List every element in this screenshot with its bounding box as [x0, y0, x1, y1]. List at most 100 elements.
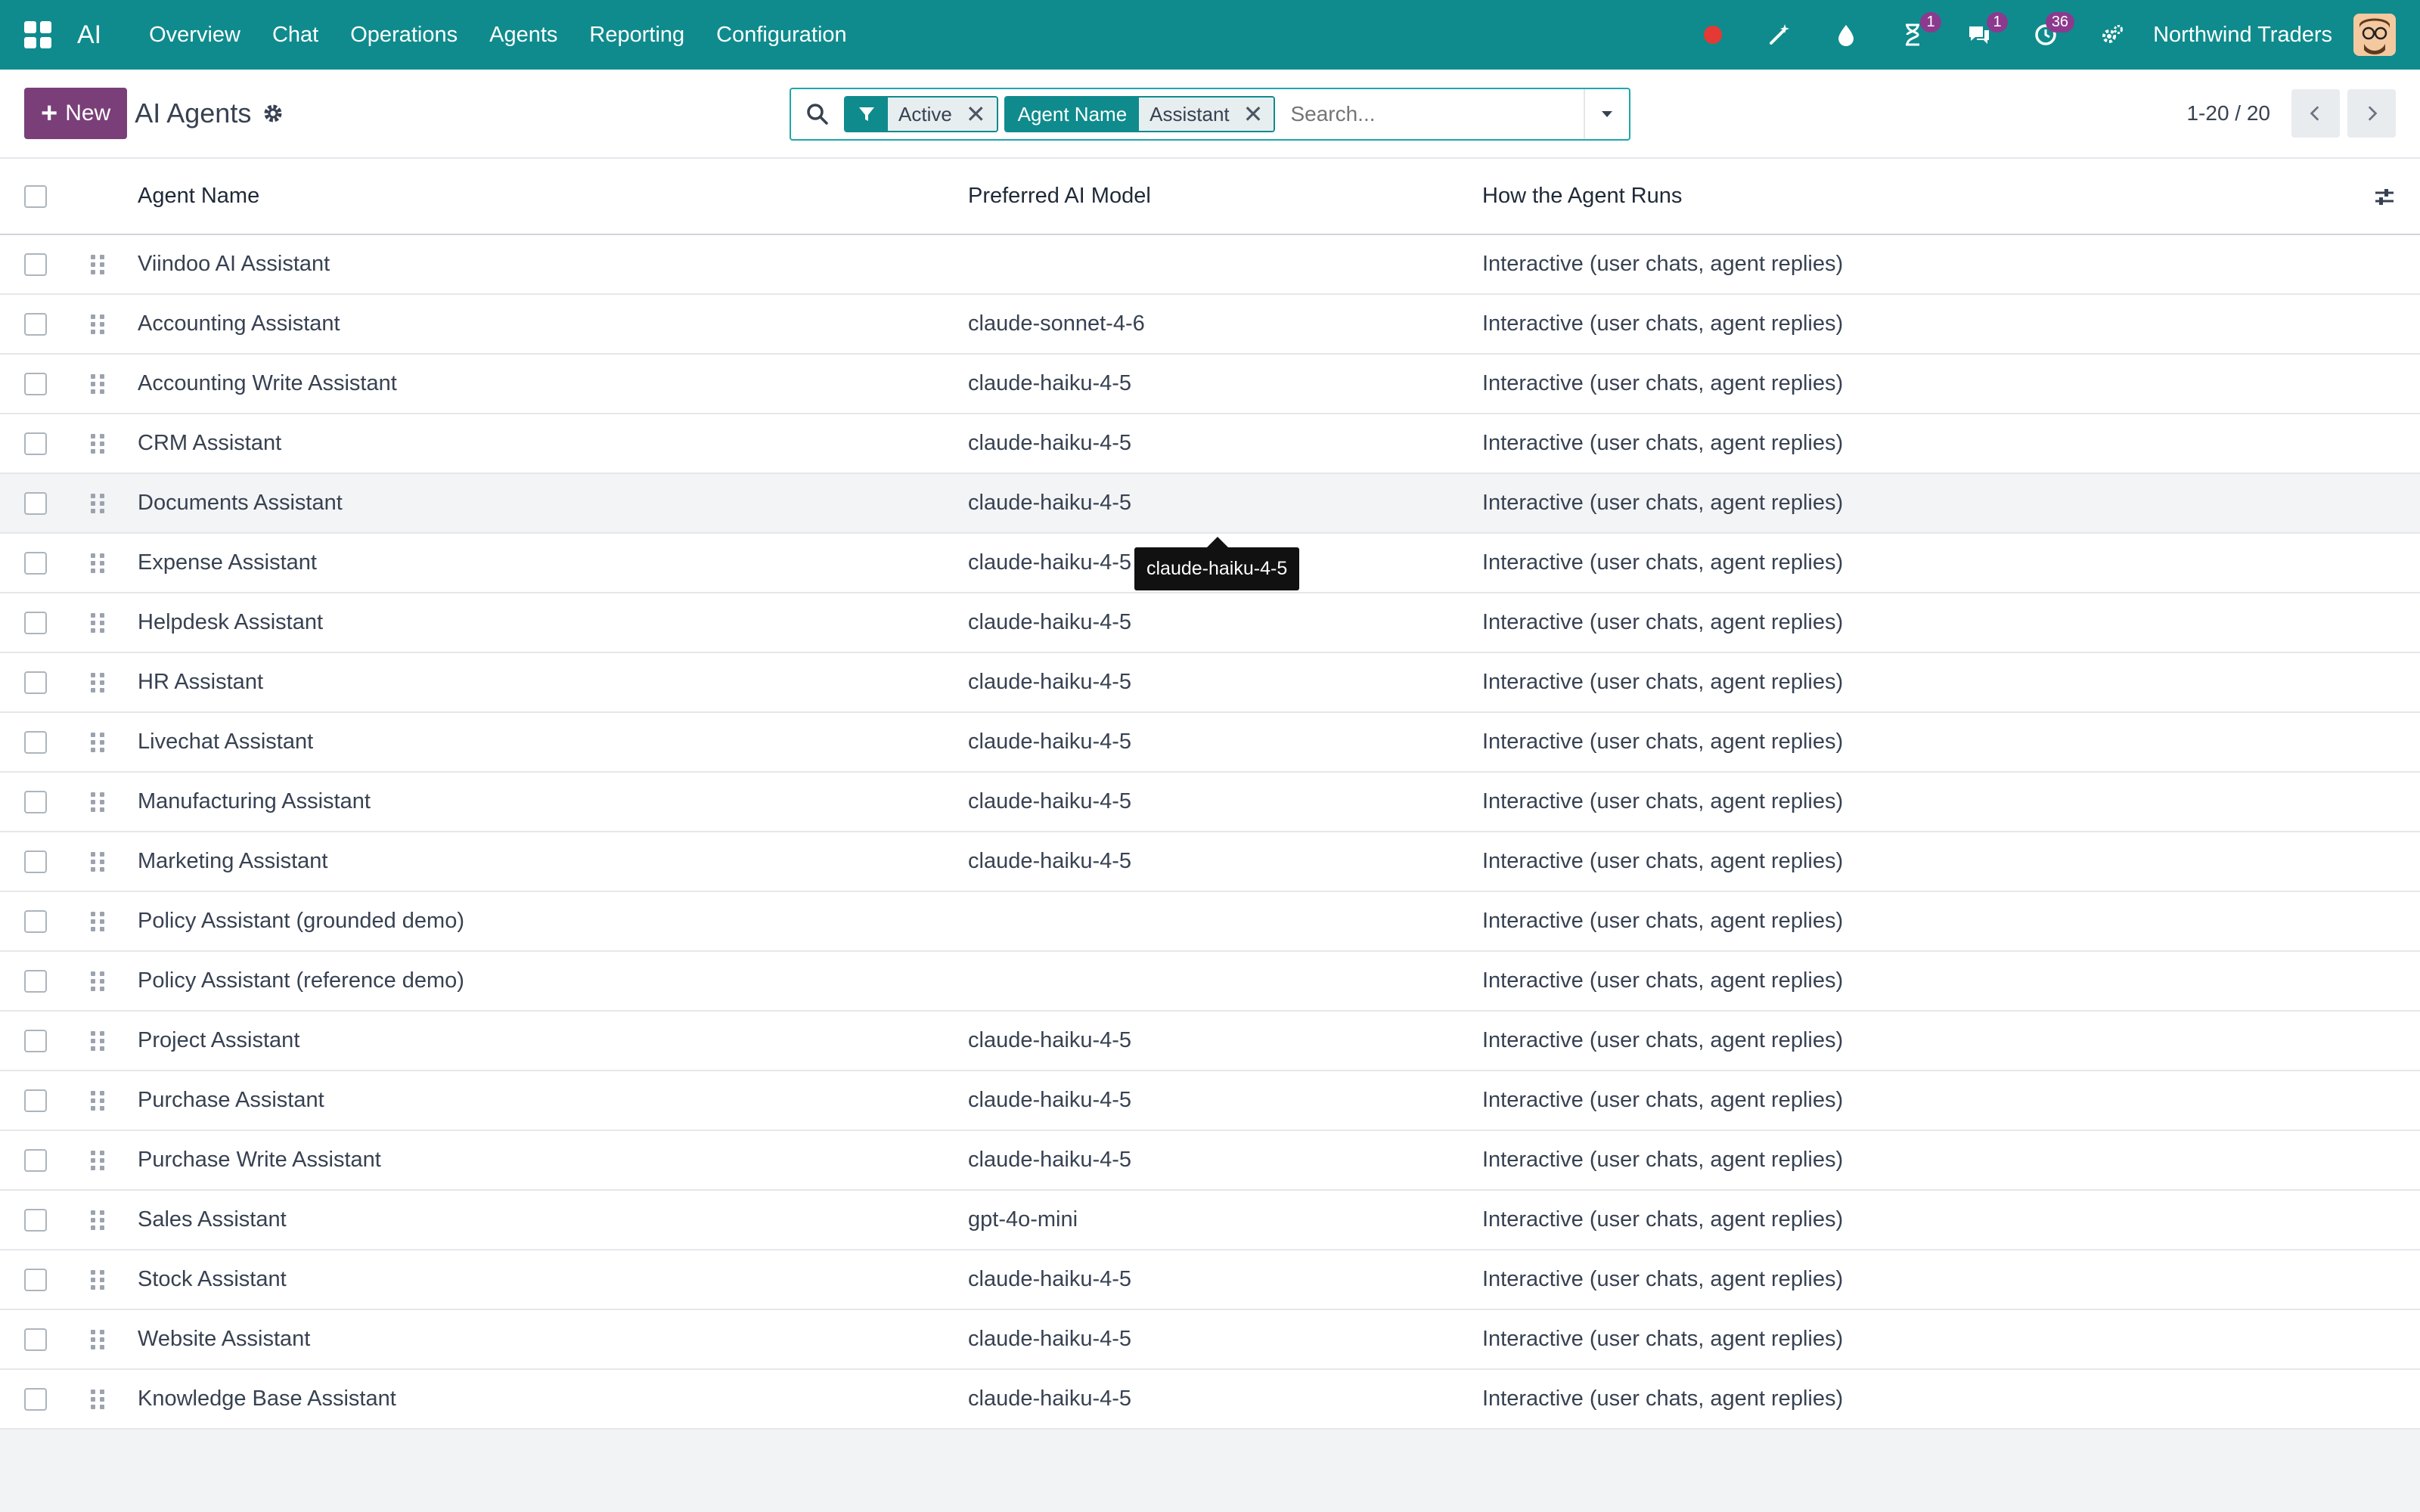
cell-how-agent-runs[interactable]: Interactive (user chats, agent replies)	[1482, 354, 2360, 414]
row-checkbox[interactable]	[24, 1269, 47, 1292]
row-checkbox[interactable]	[24, 671, 47, 695]
row-checkbox[interactable]	[24, 1388, 47, 1411]
drag-handle-icon[interactable]	[91, 433, 104, 454]
cell-how-agent-runs[interactable]: Interactive (user chats, agent replies)	[1482, 891, 2360, 952]
magic-wand-icon[interactable]	[1757, 12, 1802, 57]
record-icon[interactable]	[1690, 12, 1736, 57]
cell-preferred-model[interactable]: claude-haiku-4-5	[968, 832, 1482, 892]
table-row[interactable]: Accounting Write Assistant claude-haiku-4…	[0, 354, 2420, 414]
search-icon[interactable]	[791, 101, 844, 127]
table-row[interactable]: Website Assistant claude-haiku-4-5 Interac…	[0, 1309, 2420, 1370]
table-row[interactable]: Documents Assistant claude-haiku-4-5 Inter…	[0, 473, 2420, 534]
menu-reporting[interactable]: Reporting	[573, 23, 700, 48]
cell-agent-name[interactable]: Livechat Assistant	[138, 712, 968, 773]
row-checkbox[interactable]	[24, 1328, 47, 1352]
table-row[interactable]: CRM Assistant claude-haiku-4-5 Interactive…	[0, 414, 2420, 474]
cell-preferred-model[interactable]	[968, 891, 1482, 952]
cell-preferred-model[interactable]: claude-haiku-4-5	[968, 1130, 1482, 1191]
cell-how-agent-runs[interactable]: Interactive (user chats, agent replies)	[1482, 1309, 2360, 1370]
cell-agent-name[interactable]: Documents Assistant	[138, 473, 968, 534]
drag-handle-icon[interactable]	[91, 553, 104, 573]
drag-handle-icon[interactable]	[91, 792, 104, 812]
table-row[interactable]: Project Assistant claude-haiku-4-5 Interac…	[0, 1011, 2420, 1071]
table-row[interactable]: Purchase Assistant claude-haiku-4-5 Intera…	[0, 1070, 2420, 1131]
cell-preferred-model[interactable]: gpt-4o-mini	[968, 1190, 1482, 1250]
search-input[interactable]	[1281, 102, 1584, 126]
cell-how-agent-runs[interactable]: Interactive (user chats, agent replies)	[1482, 1369, 2360, 1430]
pager-value[interactable]: 1-20 / 20	[2186, 101, 2270, 125]
drag-handle-icon[interactable]	[91, 1030, 104, 1051]
cell-agent-name[interactable]: Accounting Assistant	[138, 294, 968, 355]
drag-handle-icon[interactable]	[91, 672, 104, 692]
table-row[interactable]: Helpdesk Assistant claude-haiku-4-5 Intera…	[0, 593, 2420, 653]
settings-icon[interactable]	[2090, 12, 2135, 57]
cell-agent-name[interactable]: Sales Assistant	[138, 1190, 968, 1250]
pager-previous-button[interactable]	[2291, 89, 2340, 138]
cell-how-agent-runs[interactable]: Interactive (user chats, agent replies)	[1482, 951, 2360, 1012]
cell-how-agent-runs[interactable]: Interactive (user chats, agent replies)	[1482, 473, 2360, 534]
cell-agent-name[interactable]: Helpdesk Assistant	[138, 593, 968, 653]
app-grid-icon[interactable]	[24, 21, 51, 48]
table-row[interactable]: Policy Assistant (grounded demo) Interact…	[0, 891, 2420, 952]
remove-facet-active-icon[interactable]: ✕	[966, 100, 986, 129]
column-header-how-agent-runs[interactable]: How the Agent Runs	[1482, 159, 2360, 235]
drag-handle-icon[interactable]	[91, 314, 104, 334]
cell-agent-name[interactable]: Expense Assistant	[138, 533, 968, 593]
row-checkbox[interactable]	[24, 850, 47, 874]
drag-handle-icon[interactable]	[91, 254, 104, 274]
menu-overview[interactable]: Overview	[133, 23, 256, 48]
company-switcher[interactable]: Northwind Traders	[2153, 23, 2332, 48]
menu-configuration[interactable]: Configuration	[700, 23, 863, 48]
table-row[interactable]: Stock Assistant claude-haiku-4-5 Interacti…	[0, 1250, 2420, 1310]
table-row[interactable]: Sales Assistant gpt-4o-mini Interactive (u…	[0, 1190, 2420, 1250]
row-checkbox[interactable]	[24, 1030, 47, 1053]
cell-how-agent-runs[interactable]: Interactive (user chats, agent replies)	[1482, 1070, 2360, 1131]
cell-preferred-model[interactable]: claude-haiku-4-5	[968, 712, 1482, 773]
cell-how-agent-runs[interactable]: Interactive (user chats, agent replies)	[1482, 593, 2360, 653]
cell-agent-name[interactable]: Website Assistant	[138, 1309, 968, 1370]
cell-preferred-model[interactable]: claude-haiku-4-5	[968, 414, 1482, 474]
row-checkbox[interactable]	[24, 373, 47, 396]
drag-handle-icon[interactable]	[91, 1150, 104, 1170]
row-checkbox[interactable]	[24, 1209, 47, 1232]
cell-preferred-model[interactable]: claude-haiku-4-5	[968, 652, 1482, 713]
row-checkbox[interactable]	[24, 492, 47, 516]
drag-handle-icon[interactable]	[91, 1269, 104, 1290]
row-checkbox[interactable]	[24, 1149, 47, 1173]
drag-handle-icon[interactable]	[91, 971, 104, 991]
drag-handle-icon[interactable]	[91, 911, 104, 931]
hourglass-icon[interactable]: 1	[1890, 12, 1942, 57]
optional-columns-icon[interactable]	[2373, 185, 2396, 208]
cell-how-agent-runs[interactable]: Interactive (user chats, agent replies)	[1482, 414, 2360, 474]
cell-how-agent-runs[interactable]: Interactive (user chats, agent replies)	[1482, 294, 2360, 355]
menu-chat[interactable]: Chat	[256, 23, 334, 48]
drag-handle-icon[interactable]	[91, 373, 104, 394]
cell-agent-name[interactable]: Marketing Assistant	[138, 832, 968, 892]
select-all-checkbox[interactable]	[24, 185, 47, 209]
cell-how-agent-runs[interactable]: Interactive (user chats, agent replies)	[1482, 1130, 2360, 1191]
cell-how-agent-runs[interactable]: Interactive (user chats, agent replies)	[1482, 712, 2360, 773]
menu-agents[interactable]: Agents	[473, 23, 573, 48]
table-row[interactable]: Purchase Write Assistant claude-haiku-4-5…	[0, 1130, 2420, 1191]
cell-agent-name[interactable]: Policy Assistant (grounded demo)	[138, 891, 968, 952]
cell-agent-name[interactable]: Purchase Write Assistant	[138, 1130, 968, 1191]
cell-agent-name[interactable]: Policy Assistant (reference demo)	[138, 951, 968, 1012]
pager-next-button[interactable]	[2347, 89, 2396, 138]
drag-handle-icon[interactable]	[91, 851, 104, 872]
drag-handle-icon[interactable]	[91, 493, 104, 513]
cell-how-agent-runs[interactable]: Interactive (user chats, agent replies)	[1482, 1250, 2360, 1310]
gear-icon[interactable]	[262, 102, 284, 125]
table-row[interactable]: Viindoo AI Assistant Interactive (user ch…	[0, 234, 2420, 295]
cell-agent-name[interactable]: Stock Assistant	[138, 1250, 968, 1310]
cell-how-agent-runs[interactable]: Interactive (user chats, agent replies)	[1482, 652, 2360, 713]
new-button[interactable]: + New	[24, 88, 128, 139]
cell-how-agent-runs[interactable]: Interactive (user chats, agent replies)	[1482, 234, 2360, 295]
cell-preferred-model[interactable]: claude-haiku-4-5	[968, 593, 1482, 653]
cell-preferred-model[interactable]	[968, 234, 1482, 295]
cell-how-agent-runs[interactable]: Interactive (user chats, agent replies)	[1482, 533, 2360, 593]
table-row[interactable]: Knowledge Base Assistant claude-haiku-4-5…	[0, 1369, 2420, 1430]
cell-preferred-model[interactable]: claude-haiku-4-5	[968, 1011, 1482, 1071]
user-avatar[interactable]	[2353, 14, 2396, 56]
clock-icon[interactable]: 36	[2023, 12, 2075, 57]
cell-preferred-model[interactable]: claude-haiku-4-5	[968, 354, 1482, 414]
